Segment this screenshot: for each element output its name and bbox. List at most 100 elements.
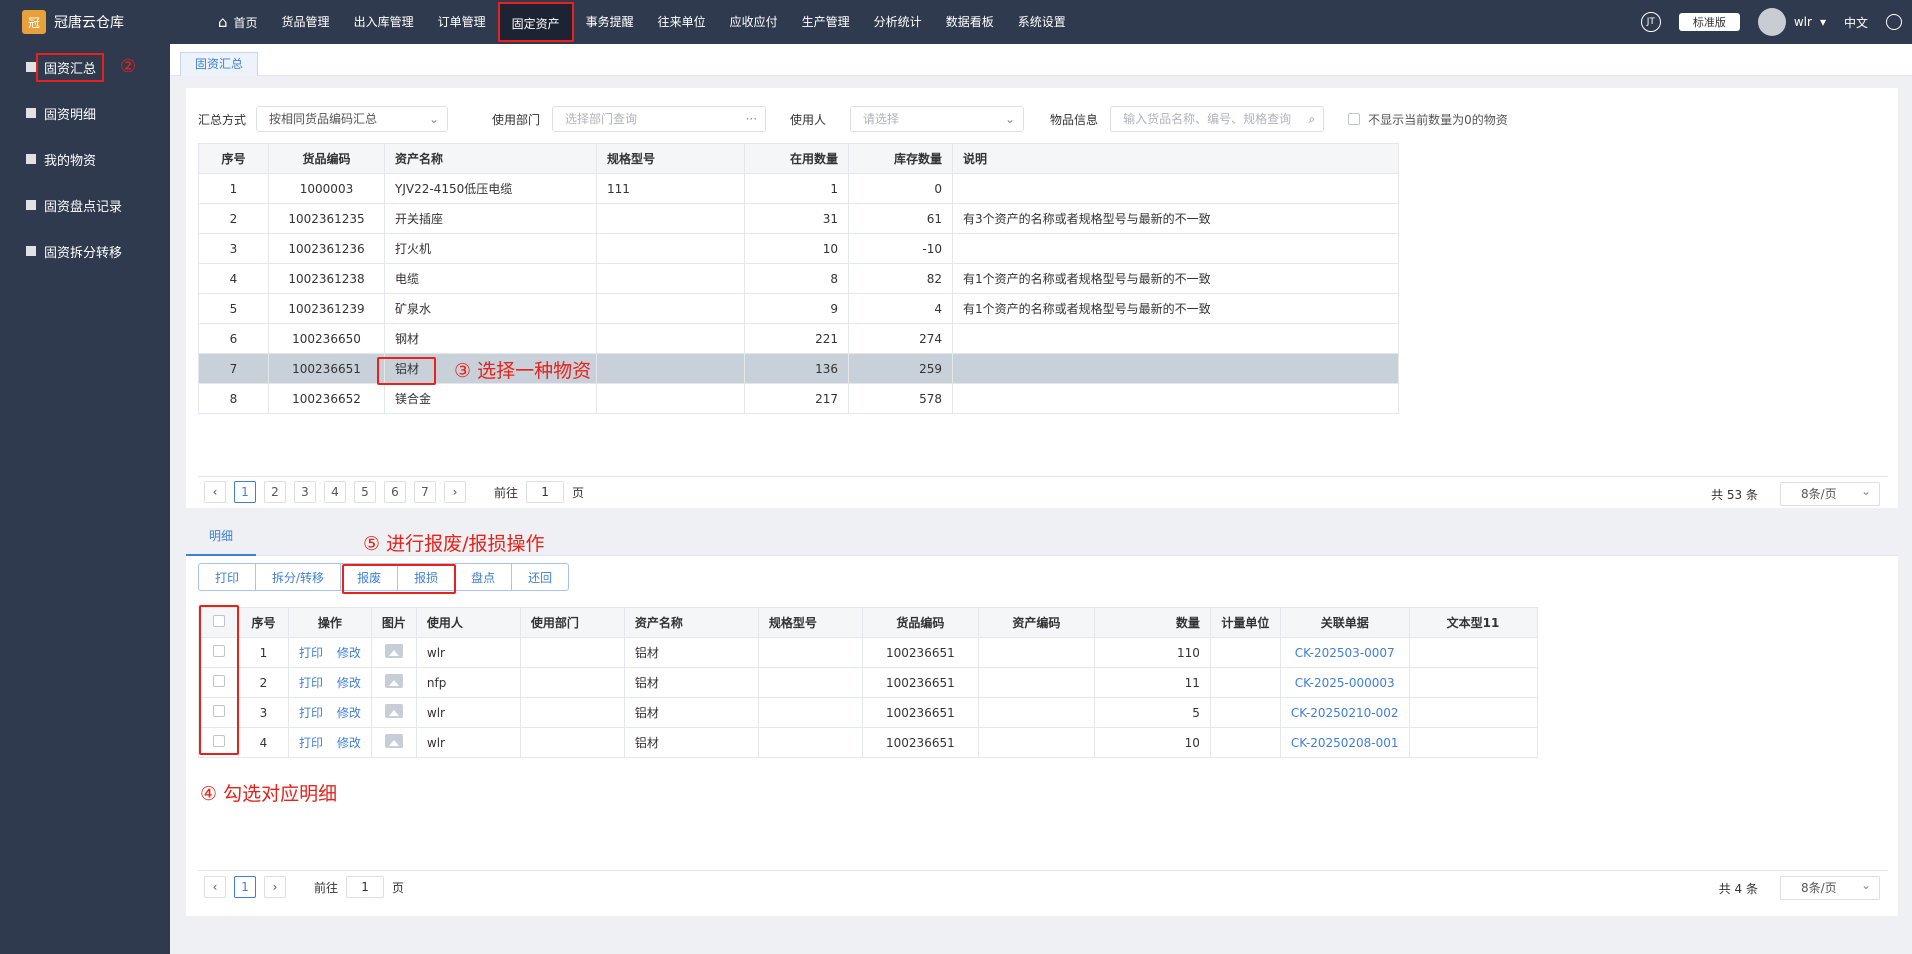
nav-item-9[interactable]: 分析统计 <box>862 0 934 44</box>
table-cell: 镁合金 <box>384 383 597 414</box>
table-cell[interactable]: CK-20250208-001 <box>1279 727 1410 758</box>
table-cell: wlr <box>415 697 521 728</box>
page-1[interactable]: 1 <box>234 876 256 898</box>
nav-label: 系统设置 <box>1017 15 1066 29</box>
page-size-select[interactable]: 8条/页 <box>1780 874 1880 900</box>
goto-page-input[interactable]: 1 <box>346 876 385 898</box>
language-switch[interactable]: 中文 <box>1844 14 1868 31</box>
sidebar-item-2[interactable]: 我的物资 <box>0 136 170 182</box>
table-cell <box>757 667 863 698</box>
nav-item-0[interactable]: ⌂ 首页 <box>206 0 270 44</box>
column-header[interactable]: 序号 <box>198 143 269 174</box>
column-header[interactable]: 货品编码 <box>268 143 385 174</box>
row-image[interactable] <box>370 697 417 728</box>
page-7[interactable]: 7 <box>414 481 436 503</box>
table-row[interactable]: 2 1002361235 开关插座 31 61 有3个资产的名称或者规格型号与最新的不一致 <box>198 203 1399 234</box>
nav-item-5[interactable]: 事务提醒 <box>574 0 646 44</box>
user-menu[interactable]: wlr ▾ <box>1757 8 1826 36</box>
sidebar-icon <box>26 108 36 118</box>
row-ops: 打印 修改 <box>288 667 372 698</box>
nav-item-11[interactable]: 系统设置 <box>1006 0 1078 44</box>
table-row[interactable]: 2 打印 修改 nfp 铝材 100236651 11 CK-2025-000003 <box>198 667 1538 698</box>
info-search[interactable]: 输入货品名称、编号、规格查询 ⌕ <box>1110 106 1325 132</box>
sidebar-item-3[interactable]: 固资盘点记录 <box>0 182 170 228</box>
table-row[interactable]: 4 1002361238 电缆 8 82 有1个资产的名称或者规格型号与最新的不一致 <box>198 263 1399 294</box>
row-image[interactable] <box>370 667 417 698</box>
column-header[interactable]: 在用数量 <box>744 143 849 174</box>
table-cell[interactable]: CK-20250210-002 <box>1279 697 1410 728</box>
sidebar-item-1[interactable]: 固资明细 <box>0 90 170 136</box>
table-row[interactable]: 1 打印 修改 wlr 铝材 100236651 110 CK-202503-0007 <box>198 637 1538 668</box>
row-image[interactable] <box>370 727 417 758</box>
nav-label: 生产管理 <box>801 15 850 29</box>
edit-link[interactable]: 修改 <box>337 706 361 720</box>
goto-page-input[interactable]: 1 <box>526 481 565 503</box>
prev-page-icon[interactable]: ‹ <box>204 481 226 503</box>
action-button-4[interactable]: 盘点 <box>454 563 513 591</box>
sidebar-item-0[interactable]: 固资汇总 <box>0 44 170 90</box>
page-3[interactable]: 3 <box>294 481 316 503</box>
nav-item-1[interactable]: 货品管理 <box>270 0 342 44</box>
nav-item-4[interactable]: 固定资产 <box>497 2 574 42</box>
table-cell[interactable]: CK-202503-0007 <box>1279 637 1410 668</box>
action-button-5[interactable]: 还回 <box>511 563 570 591</box>
prev-page-icon[interactable]: ‹ <box>204 876 226 898</box>
print-link[interactable]: 打印 <box>299 706 323 720</box>
print-link[interactable]: 打印 <box>299 646 323 660</box>
hide-zero-checkbox[interactable] <box>1348 113 1361 125</box>
table-cell: 1002361238 <box>268 263 385 294</box>
nav-item-6[interactable]: 往来单位 <box>646 0 718 44</box>
nav-item-10[interactable]: 数据看板 <box>934 0 1006 44</box>
action-button-0[interactable]: 打印 <box>198 563 257 591</box>
next-page-icon[interactable]: › <box>264 876 286 898</box>
action-button-1[interactable]: 拆分/转移 <box>255 563 342 591</box>
page-size-select[interactable]: 8条/页 <box>1780 480 1880 506</box>
column-header[interactable]: 说明 <box>952 143 1399 174</box>
sidebar-item-4[interactable]: 固资拆分转移 <box>0 228 170 274</box>
page-4[interactable]: 4 <box>324 481 346 503</box>
dept-input[interactable]: 选择部门查询 ··· <box>552 106 767 132</box>
page-5[interactable]: 5 <box>354 481 376 503</box>
table-cell <box>952 233 1399 264</box>
column-header[interactable]: 资产名称 <box>384 143 597 174</box>
column-header[interactable]: 规格型号 <box>596 143 745 174</box>
nav-item-8[interactable]: 生产管理 <box>790 0 862 44</box>
app-logo[interactable]: 冠冠唐云仓库 <box>22 10 124 34</box>
edit-link[interactable]: 修改 <box>337 676 361 690</box>
table-row[interactable]: 5 1002361239 矿泉水 9 4 有1个资产的名称或者规格型号与最新的不一致 <box>198 293 1399 324</box>
nav-item-2[interactable]: 出入库管理 <box>342 0 426 44</box>
user-select[interactable]: 请选择 ⌄ <box>850 106 1025 132</box>
table-cell: 打火机 <box>384 233 597 264</box>
avatar <box>1757 8 1786 36</box>
table-row[interactable]: 1 1000003 YJV22-4150低压电缆 111 1 0 <box>198 173 1399 204</box>
nav-label: 数据看板 <box>945 15 994 29</box>
page-1[interactable]: 1 <box>234 481 256 503</box>
row-image[interactable] <box>370 637 417 668</box>
table-row[interactable]: 3 打印 修改 wlr 铝材 100236651 5 CK-20250210-002 <box>198 697 1538 728</box>
table-row[interactable]: 8 100236652 镁合金 217 578 <box>198 383 1399 414</box>
edition-badge[interactable]: 标准版 <box>1678 13 1740 31</box>
page-6[interactable]: 6 <box>384 481 406 503</box>
table-cell: 有1个资产的名称或者规格型号与最新的不一致 <box>952 293 1399 324</box>
globe-icon[interactable] <box>1886 14 1902 30</box>
column-header[interactable]: 库存数量 <box>848 143 953 174</box>
nav-item-3[interactable]: 订单管理 <box>426 0 498 44</box>
table-row[interactable]: 3 1002361236 打火机 10 -10 <box>198 233 1399 264</box>
page-2[interactable]: 2 <box>264 481 286 503</box>
jt-icon[interactable]: JT <box>1640 12 1661 32</box>
mode-select[interactable]: 按相同货品编码汇总 ⌄ <box>256 106 449 132</box>
print-link[interactable]: 打印 <box>299 736 323 750</box>
nav-item-7[interactable]: 应收应付 <box>718 0 790 44</box>
nav-label: 货品管理 <box>281 15 330 29</box>
table-cell[interactable]: CK-2025-000003 <box>1279 667 1410 698</box>
tab-summary[interactable]: 固资汇总 <box>180 52 259 76</box>
edit-link[interactable]: 修改 <box>337 646 361 660</box>
table-row[interactable]: 6 100236650 钢材 221 274 <box>198 323 1399 354</box>
tab-detail[interactable]: 明细 <box>186 524 256 556</box>
print-link[interactable]: 打印 <box>299 676 323 690</box>
table-cell: 100236651 <box>861 637 979 668</box>
next-page-icon[interactable]: › <box>444 481 466 503</box>
table-row[interactable]: 4 打印 修改 wlr 铝材 100236651 10 CK-20250208-001 <box>198 727 1538 758</box>
edit-link[interactable]: 修改 <box>337 736 361 750</box>
column-header: 资产编码 <box>977 607 1095 638</box>
